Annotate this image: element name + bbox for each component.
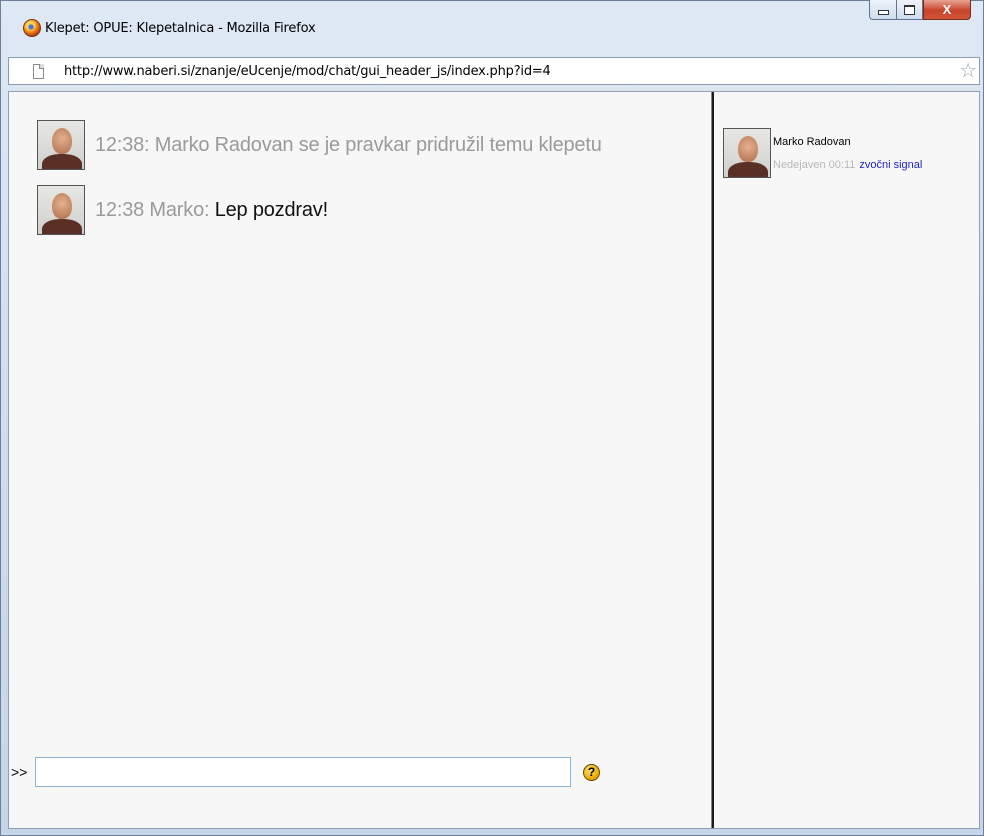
chat-message: 12:38: Marko Radovan se je pravkar pridr… — [37, 120, 602, 170]
message-input[interactable] — [35, 757, 571, 787]
message-body: Lep pozdrav! — [214, 198, 328, 221]
page-icon — [33, 63, 44, 79]
url-text[interactable]: http://www.naberi.si/znanje/eUcenje/mod/… — [64, 64, 959, 79]
maximize-icon — [904, 4, 915, 15]
page-content: 12:38: Marko Radovan se je pravkar pridr… — [8, 91, 980, 829]
maximize-button[interactable] — [896, 0, 923, 20]
window-title: Klepet: OPUE: Klepetalnica - Mozilla Fir… — [45, 21, 316, 36]
message-content: Marko Radovan se je pravkar pridružil te… — [149, 133, 602, 156]
address-bar[interactable]: http://www.naberi.si/znanje/eUcenje/mod/… — [8, 57, 980, 85]
help-icon[interactable]: ? — [583, 763, 600, 781]
user-status: Nedejaven 00:11 zvočni signal — [773, 159, 922, 171]
close-icon: X — [942, 2, 952, 17]
users-pane: Marko Radovan Nedejaven 00:11 zvočni sign… — [714, 92, 979, 828]
message-time: 12:38: — [95, 133, 150, 156]
user-name: Marko Radovan — [773, 136, 851, 148]
message-author: Marko: — [144, 198, 215, 221]
idle-status: Nedejaven 00:11 — [773, 159, 856, 171]
avatar — [37, 120, 85, 170]
user-avatar — [723, 128, 771, 178]
message-time: 12:38 — [95, 198, 145, 221]
avatar — [37, 185, 85, 235]
message-input-row: >> ? — [9, 757, 600, 787]
browser-window: Klepet: OPUE: Klepetalnica - Mozilla Fir… — [0, 0, 984, 836]
title-bar: Klepet: OPUE: Klepetalnica - Mozilla Fir… — [1, 0, 983, 53]
close-button[interactable]: X — [923, 0, 971, 20]
minimize-icon — [877, 10, 889, 15]
window-controls: X — [869, 0, 971, 20]
chat-pane: 12:38: Marko Radovan se je pravkar pridr… — [9, 92, 711, 828]
minimize-button[interactable] — [869, 0, 896, 20]
chat-message: 12:38 Marko: Lep pozdrav! — [37, 185, 328, 235]
message-text: 12:38 Marko: Lep pozdrav! — [95, 199, 328, 222]
bookmark-star-icon[interactable]: ☆ — [959, 61, 977, 81]
beep-link[interactable]: zvočni signal — [859, 159, 922, 171]
message-text: 12:38: Marko Radovan se je pravkar pridr… — [95, 134, 602, 157]
user-info: Marko Radovan Nedejaven 00:11 zvočni sign… — [773, 128, 922, 178]
firefox-icon — [23, 19, 41, 37]
user-list-item: Marko Radovan Nedejaven 00:11 zvočni sign… — [723, 128, 922, 178]
input-prompt: >> — [11, 764, 28, 780]
